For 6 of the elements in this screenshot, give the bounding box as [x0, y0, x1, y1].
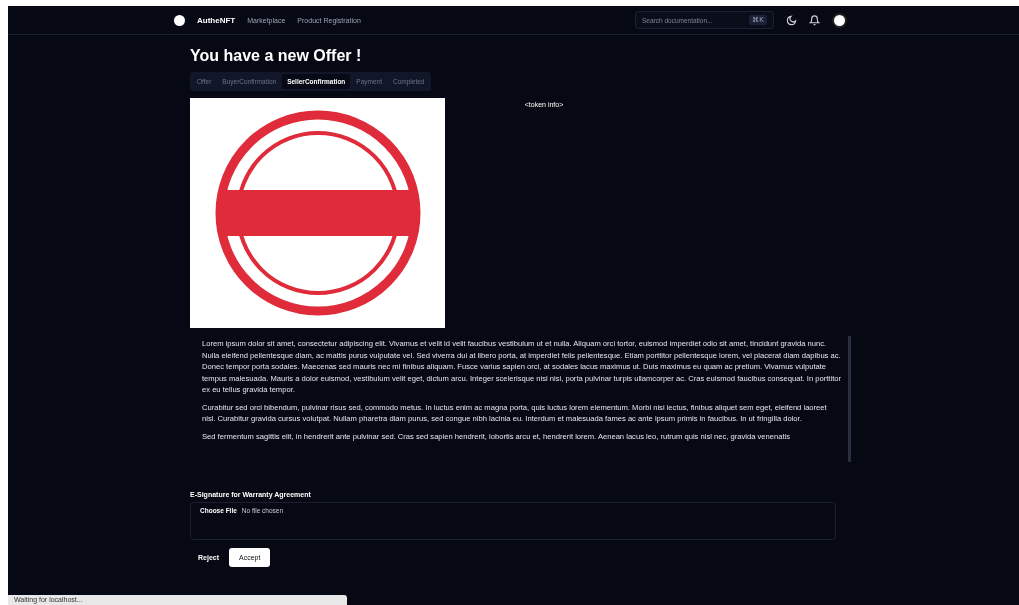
- brand-name[interactable]: AutheNFT: [197, 15, 236, 25]
- page-title: You have a new Offer !: [190, 47, 363, 65]
- avatar[interactable]: [832, 12, 847, 28]
- logo-icon: [174, 14, 185, 26]
- bell-icon[interactable]: [809, 14, 820, 26]
- moon-icon[interactable]: [786, 14, 797, 26]
